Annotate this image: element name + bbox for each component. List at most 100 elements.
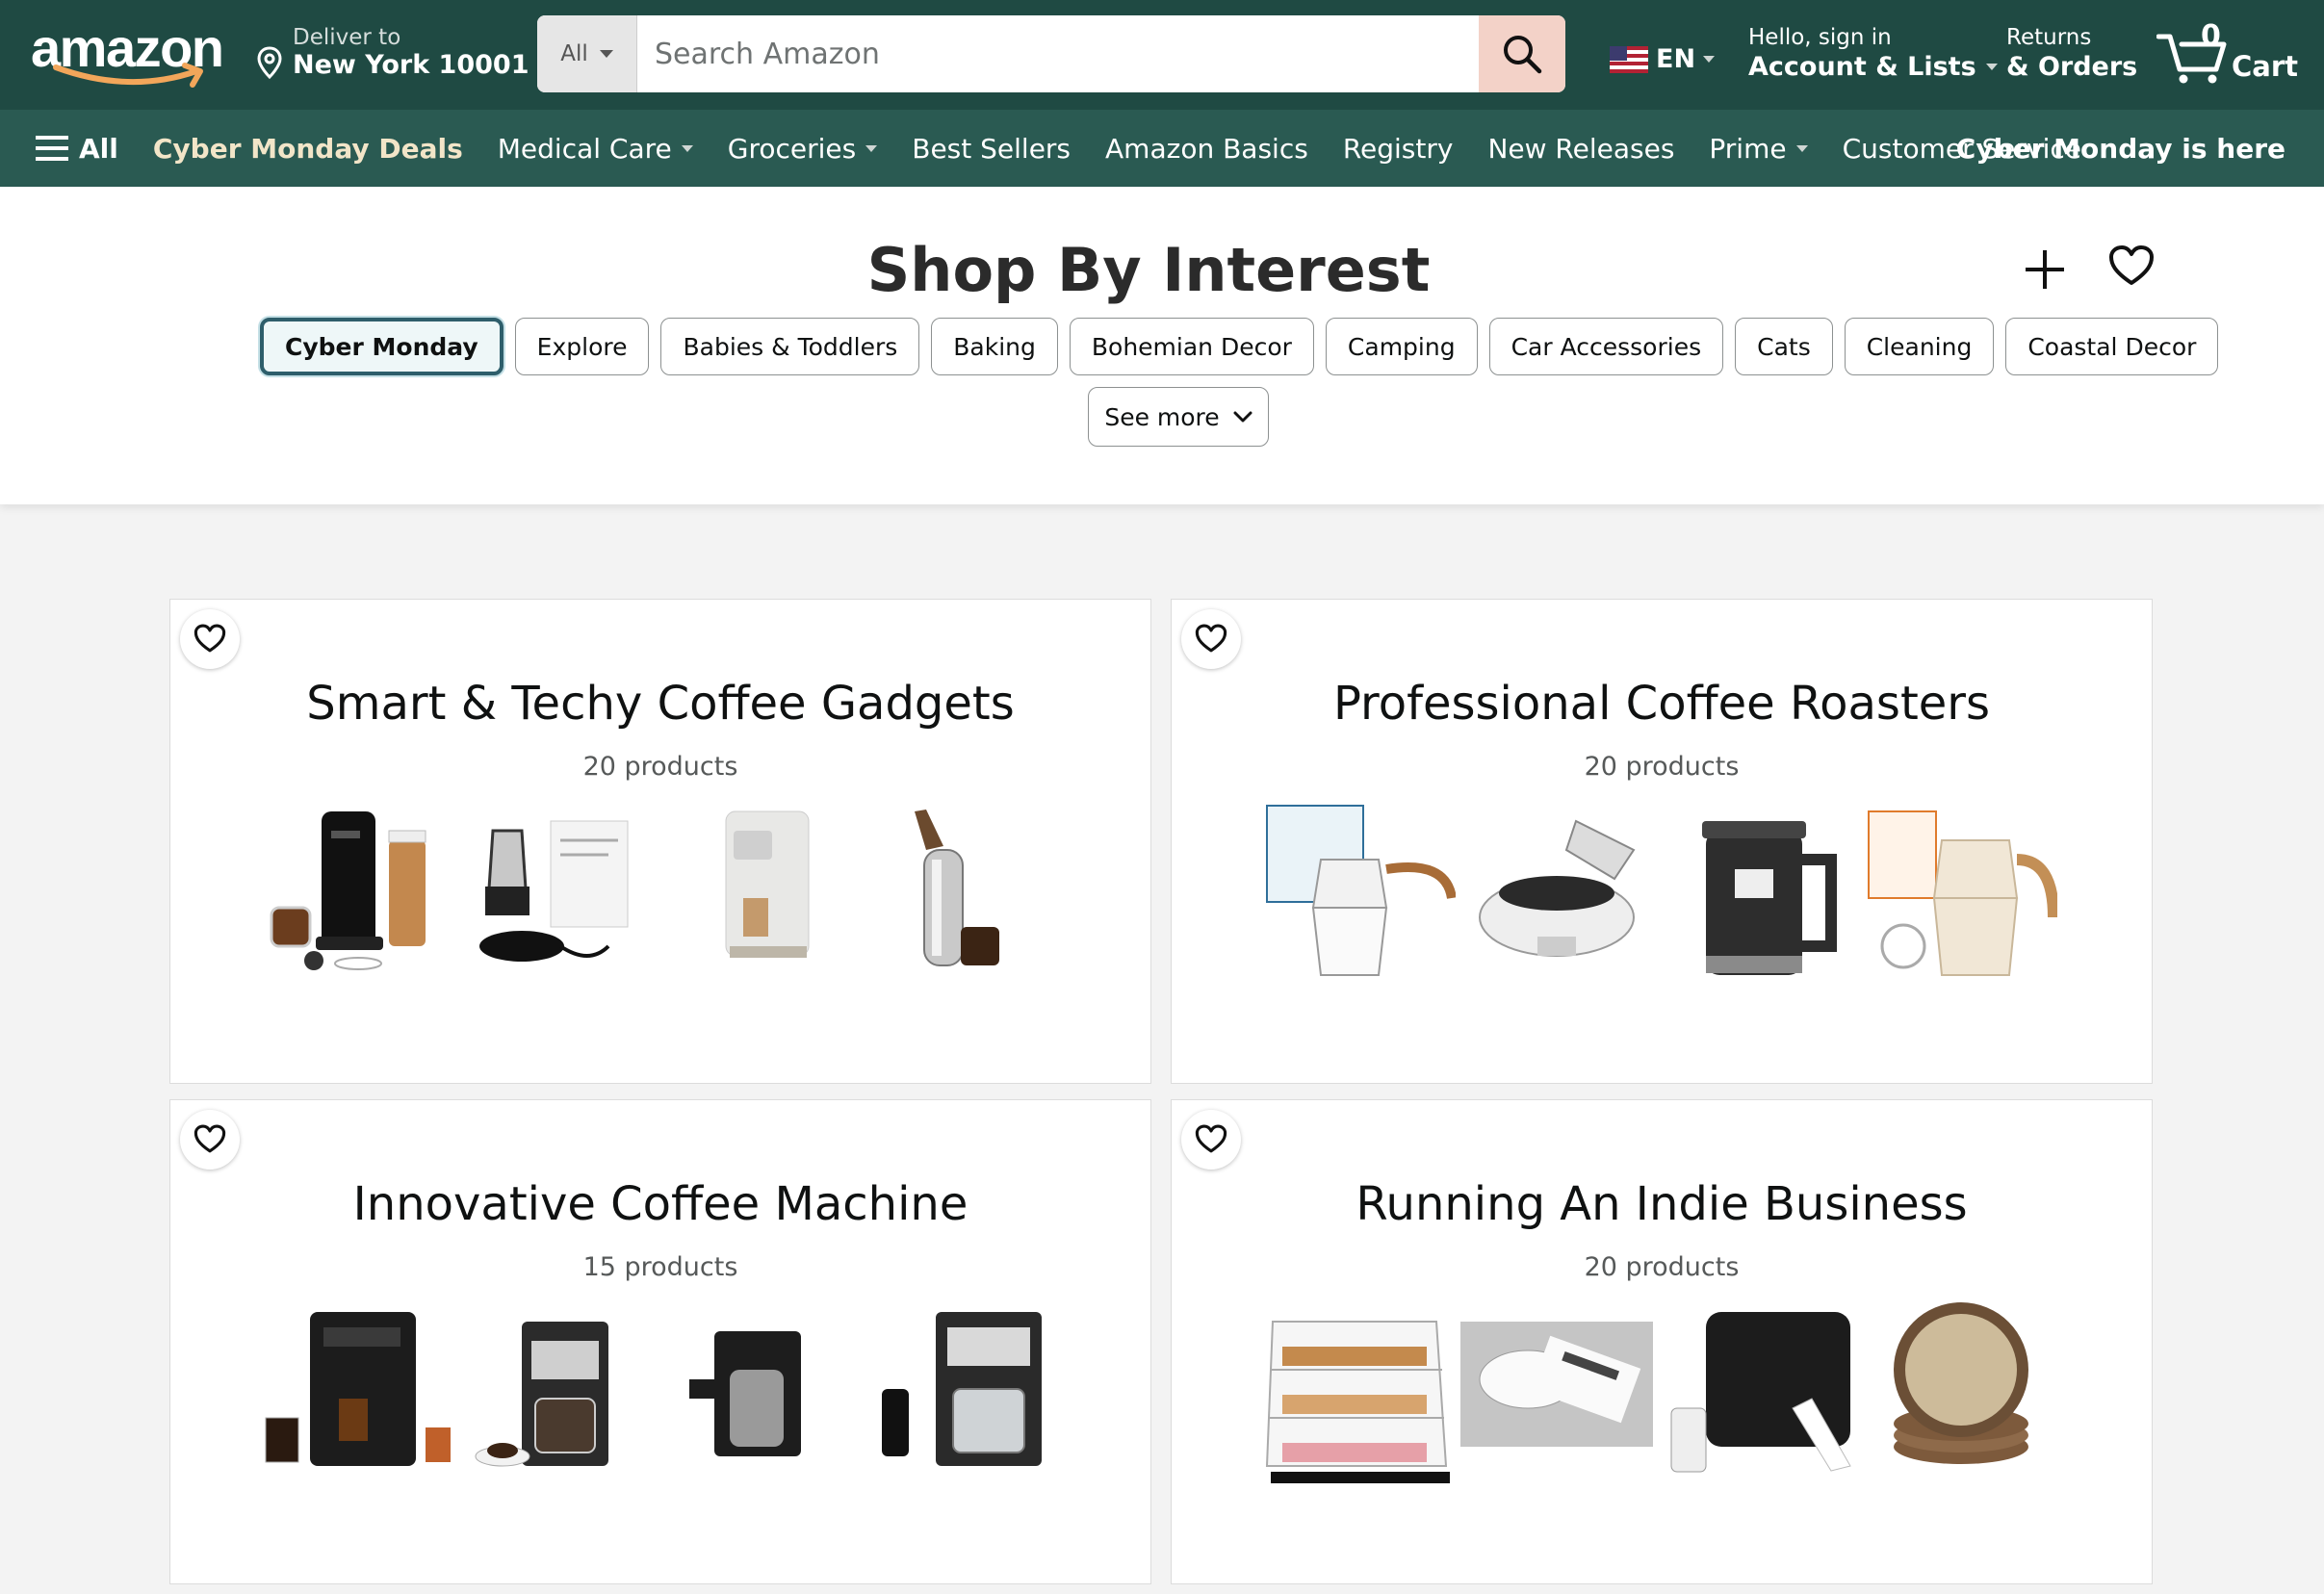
interest-pill-baking[interactable]: Baking [931,318,1058,375]
interest-pill-car-accessories[interactable]: Car Accessories [1488,318,1724,375]
coffee-roaster-image [1479,819,1636,957]
search-input[interactable] [637,15,1467,92]
save-card-button[interactable] [180,1110,240,1170]
language-code: EN [1656,44,1696,74]
caret-down-icon [865,144,878,152]
smart-coffee-maker-image [882,1312,1042,1466]
caret-down-icon [681,144,693,152]
barcode-labels-image [1460,1322,1653,1447]
subnav-item-label: Medical Care [497,132,672,165]
interest-pill-bohemian-decor[interactable]: Bohemian Decor [1069,318,1314,375]
deliver-location: New York 10001 [293,50,529,80]
location-pin-icon [257,46,282,79]
pastry-display-image [1265,1321,1450,1483]
add-interest-icon[interactable] [2020,244,2070,295]
see-more-label: See more [1104,402,1220,431]
search-icon [1504,36,1542,74]
card-thumbnails [262,802,1061,985]
interest-card[interactable]: Innovative Coffee Machine 15 products [169,1099,1151,1584]
interest-pill-cats[interactable]: Cats [1735,318,1833,375]
ceramic-plates-image [1894,1302,2028,1464]
interest-card[interactable]: Running An Indie Business 20 products [1171,1099,2153,1584]
card-title: Running An Indie Business [1356,1177,1968,1231]
returns-and-orders[interactable]: Returns & Orders [2006,25,2137,82]
espresso-machine-image [265,1312,451,1466]
card-title: Professional Coffee Roasters [1332,677,1991,731]
all-menu-label: All [79,132,118,165]
card-product-count: 15 products [582,1252,738,1282]
returns-label: Returns [2006,25,2092,50]
interest-pill-babies-toddlers[interactable]: Babies & Toddlers [660,318,920,375]
subnav-item-label: Cyber Monday Deals [152,132,463,165]
grind-brew-image [475,1322,608,1467]
logo-smile-icon [53,63,203,88]
subnav-item-label: Amazon Basics [1105,132,1308,165]
subnav-item-label: Groceries [727,132,857,165]
subnav-item-groceries[interactable]: Groceries [727,132,878,165]
save-card-button[interactable] [180,609,240,669]
search-category-label: All [560,41,588,66]
chevron-down-icon [1233,411,1252,423]
secondary-nav-bar: All Cyber Monday Deals Medical Care Grocer… [0,110,2324,187]
caret-down-icon [599,50,613,58]
espresso-kit-image [479,820,629,962]
interest-pill-coastal-decor[interactable]: Coastal Decor [2005,318,2219,375]
interest-pill-cyber-monday[interactable]: Cyber Monday [260,318,504,375]
subnav-item-cyber-monday-deals[interactable]: Cyber Monday Deals [153,133,463,165]
interest-card[interactable]: Professional Coffee Roasters 20 products [1171,599,2153,1084]
card-product-count: 20 products [582,752,738,782]
save-card-button[interactable] [1181,1110,1241,1170]
cart-button[interactable]: 0 Cart [2156,19,2301,87]
account-and-lists[interactable]: Hello, sign in Account & Lists [1748,25,1998,82]
card-thumbnails [262,1302,1061,1485]
search-category-select[interactable]: All [537,15,637,92]
interest-pill-cleaning[interactable]: Cleaning [1844,318,1995,375]
cyber-monday-promo-link[interactable]: Cyber Monday is here [1956,110,2285,187]
heart-icon [1195,624,1227,653]
heart-icon [1195,1124,1227,1153]
coffee-maker-image [270,811,426,970]
subnav-item-label: New Releases [1487,132,1675,165]
amazon-logo[interactable]: amazon [31,17,224,90]
shop-by-interest-panel: Shop By Interest Cyber Monday Explore Babi… [0,187,2324,504]
hamburger-menu-icon [36,136,68,161]
see-more-button[interactable]: See more [1088,387,1269,447]
interest-pill-camping[interactable]: Camping [1325,318,1478,375]
card-product-count: 20 products [1584,1252,1740,1282]
label-printer-image [1670,1312,1851,1473]
subnav-item-amazon-basics[interactable]: Amazon Basics [1105,133,1308,165]
thermal-brewer-image [689,1331,801,1456]
cream-dispenser-image [915,810,999,966]
language-selector[interactable]: EN [1610,44,1716,74]
heart-icon [194,624,226,653]
subnav-item-prime[interactable]: Prime [1709,133,1808,165]
us-flag-icon [1610,45,1648,73]
subnav-item-best-sellers[interactable]: Best Sellers [912,133,1071,165]
saved-interests-heart-icon[interactable] [2108,244,2155,289]
secondary-nav-items: All Cyber Monday Deals Medical Care Grocer… [35,110,2081,187]
top-nav-bar: amazon Deliver to New York 10001 All EN [0,0,2324,110]
search-button[interactable] [1479,15,1565,92]
subnav-item-label: Registry [1342,132,1454,165]
card-title: Innovative Coffee Machine [352,1177,968,1231]
subnav-item-registry[interactable]: Registry [1343,133,1454,165]
caret-down-icon [1703,56,1716,63]
subnav-item-label: Best Sellers [912,132,1072,165]
french-press-image [1702,821,1837,975]
interest-card[interactable]: Smart & Techy Coffee Gadgets 20 products [169,599,1151,1084]
cart-label: Cart [2232,50,2299,83]
all-menu-button[interactable]: All [35,133,118,165]
card-thumbnails [1263,1302,2062,1485]
subnav-item-new-releases[interactable]: New Releases [1487,133,1674,165]
interest-pill-explore[interactable]: Explore [514,318,650,375]
cream-moka-pot-image [1868,810,2057,976]
interest-pills: Cyber Monday Explore Babies & Toddlers Baki… [260,318,2219,375]
deliver-label: Deliver to [293,25,401,50]
heart-icon [194,1124,226,1153]
page-title: Shop By Interest [866,235,1431,305]
subnav-item-medical-care[interactable]: Medical Care [498,133,693,165]
card-product-count: 20 products [1584,752,1740,782]
capsule-machine-image [725,810,810,958]
save-card-button[interactable] [1181,609,1241,669]
moka-pot-image [1266,805,1456,976]
